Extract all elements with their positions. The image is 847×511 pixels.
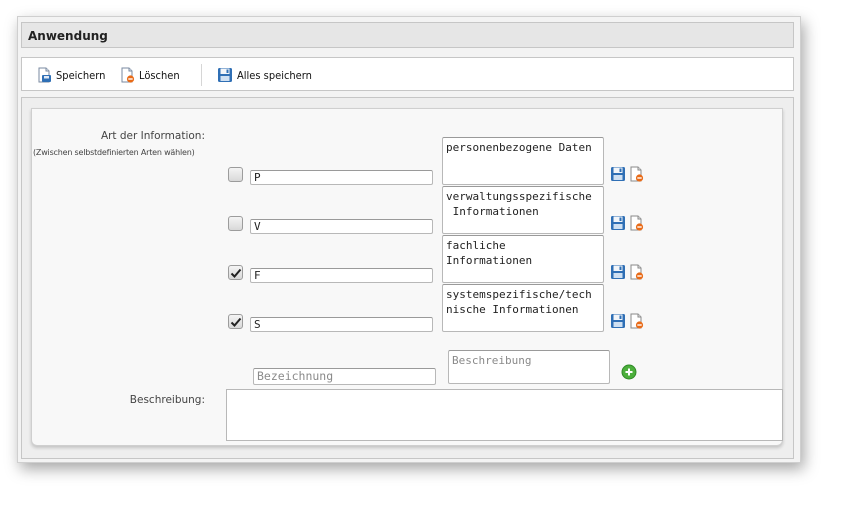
- toolbar-separator: [201, 64, 202, 86]
- save-all-button[interactable]: Alles speichern: [217, 66, 312, 84]
- description-label: Beschreibung:: [129, 394, 205, 406]
- panel-title: Anwendung: [21, 22, 794, 48]
- save-document-icon: [38, 67, 51, 83]
- save-button-label: Speichern: [56, 68, 106, 82]
- save-all-button-label: Alles speichern: [237, 68, 312, 82]
- row-checkbox[interactable]: [228, 265, 243, 280]
- checkmark-icon: [230, 317, 242, 327]
- form-panel: Art der Information: (Zwischen selbstdef…: [31, 108, 783, 446]
- delete-document-icon[interactable]: [628, 166, 644, 182]
- delete-document-icon: [121, 67, 135, 83]
- add-circle-icon[interactable]: [621, 364, 637, 380]
- row-code-input[interactable]: S: [250, 317, 433, 332]
- row-code-input[interactable]: V: [250, 219, 433, 234]
- row-description-textarea[interactable]: systemspezifische/tech nische Informatio…: [442, 284, 604, 332]
- new-name-input[interactable]: Bezeichnung: [253, 368, 436, 385]
- floppy-disk-icon[interactable]: [610, 166, 626, 182]
- floppy-disk-icon[interactable]: [610, 313, 626, 329]
- delete-document-icon[interactable]: [628, 313, 644, 329]
- delete-button-label: Löschen: [139, 68, 180, 82]
- floppy-disk-icon[interactable]: [610, 215, 626, 231]
- row-code-input[interactable]: F: [250, 268, 433, 283]
- row-code-input[interactable]: P: [250, 170, 433, 185]
- description-textarea[interactable]: [226, 389, 783, 441]
- floppy-disk-icon: [218, 68, 232, 82]
- content-area: Art der Information: (Zwischen selbstdef…: [21, 97, 794, 459]
- application-window: Anwendung Speichern Löschen Alles speich…: [17, 16, 801, 463]
- toolbar: Speichern Löschen Alles speichern: [21, 57, 794, 91]
- floppy-disk-icon[interactable]: [610, 264, 626, 280]
- row-description-textarea[interactable]: verwaltungsspezifische Informationen: [442, 186, 604, 234]
- delete-document-icon[interactable]: [628, 264, 644, 280]
- row-checkbox[interactable]: [228, 167, 243, 182]
- row-description-textarea[interactable]: personenbezogene Daten: [442, 137, 604, 185]
- checkmark-icon: [230, 268, 242, 278]
- type-label: Art der Information:: [100, 130, 205, 142]
- new-description-input[interactable]: Beschreibung: [448, 350, 610, 384]
- row-checkbox[interactable]: [228, 216, 243, 231]
- row-description-textarea[interactable]: fachliche Informationen: [442, 235, 604, 283]
- delete-document-icon[interactable]: [628, 215, 644, 231]
- row-checkbox[interactable]: [228, 314, 243, 329]
- save-button[interactable]: Speichern: [36, 66, 105, 84]
- type-hint: (Zwischen selbstdefinierten Arten wählen…: [33, 148, 195, 157]
- delete-button[interactable]: Löschen: [119, 66, 180, 84]
